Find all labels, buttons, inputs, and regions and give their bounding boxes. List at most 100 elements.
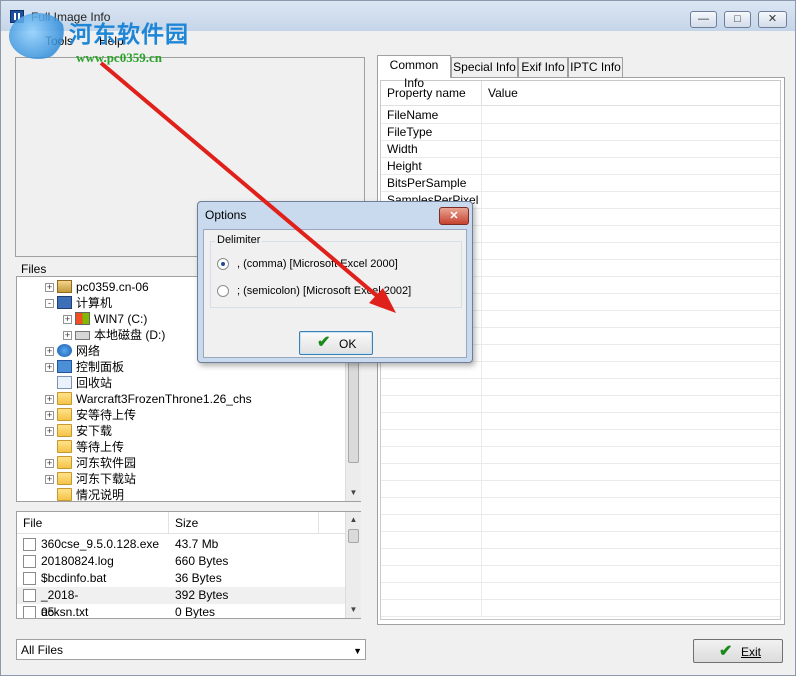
checkmark-icon: ✔: [317, 334, 331, 351]
property-row[interactable]: FileName: [381, 107, 780, 124]
file-row[interactable]: acksn.txt 0 Bytes: [17, 604, 345, 619]
options-dialog: Options ✕ Delimiter , (comma) [Microsoft…: [197, 201, 473, 363]
recycle-bin-icon: [57, 376, 72, 389]
file-list-scrollbar[interactable]: ▲ ▼: [345, 512, 361, 618]
property-row[interactable]: [381, 362, 780, 379]
property-row[interactable]: [381, 515, 780, 532]
property-row[interactable]: [381, 566, 780, 583]
windows-drive-icon: [75, 312, 90, 325]
column-divider: [481, 566, 482, 583]
tab-special-info[interactable]: Special Info: [451, 57, 518, 77]
column-divider: [481, 226, 482, 243]
expand-icon[interactable]: +: [45, 427, 54, 436]
property-row[interactable]: Width: [381, 141, 780, 158]
column-divider: [481, 107, 482, 124]
expand-icon[interactable]: +: [63, 315, 72, 324]
file-size: 0 Bytes: [175, 605, 216, 619]
scroll-up-arrow-icon[interactable]: ▲: [346, 512, 361, 528]
tab-iptc-info[interactable]: IPTC Info: [568, 57, 623, 77]
menu-tools[interactable]: Tools: [45, 34, 73, 48]
property-row[interactable]: FileType: [381, 124, 780, 141]
maximize-button[interactable]: □: [724, 11, 751, 28]
column-divider: [481, 464, 482, 481]
radio-button-icon[interactable]: [217, 258, 229, 270]
folder-icon: [57, 424, 72, 437]
property-row[interactable]: [381, 396, 780, 413]
tree-item-label: 计算机: [76, 296, 113, 310]
tree-item-label: 情况说明: [76, 488, 125, 502]
property-row[interactable]: [381, 464, 780, 481]
expand-icon[interactable]: +: [45, 395, 54, 404]
tree-item-label: Warcraft3FrozenThrone1.26_chs: [76, 392, 252, 406]
tree-item-label: 本地磁盘 (D:): [94, 328, 166, 342]
property-row[interactable]: [381, 481, 780, 498]
folder-icon: [57, 456, 72, 469]
collapse-icon[interactable]: -: [45, 299, 54, 308]
file-list-header: File Size: [17, 512, 345, 534]
column-value[interactable]: Value: [482, 81, 780, 106]
dialog-close-button[interactable]: ✕: [439, 207, 469, 225]
column-divider: [481, 447, 482, 464]
ok-label: OK: [339, 337, 357, 351]
exit-button[interactable]: ✔ Exit: [693, 639, 783, 663]
scroll-thumb[interactable]: [348, 529, 359, 543]
folder-icon: [57, 440, 72, 453]
column-divider: [481, 141, 482, 158]
file-row[interactable]: $bcdinfo.bat 36 Bytes: [17, 570, 345, 587]
scroll-down-arrow-icon[interactable]: ▼: [346, 602, 361, 618]
user-folder-icon: [57, 280, 72, 293]
expand-icon[interactable]: +: [45, 411, 54, 420]
folder-icon: [57, 408, 72, 421]
column-divider: [481, 209, 482, 226]
expand-icon[interactable]: +: [45, 459, 54, 468]
bat-file-icon: [23, 572, 36, 585]
property-row[interactable]: [381, 532, 780, 549]
scroll-down-arrow-icon[interactable]: ▼: [346, 485, 361, 501]
property-row[interactable]: [381, 413, 780, 430]
property-name: FileName: [387, 108, 439, 122]
column-file[interactable]: File: [17, 512, 169, 534]
file-row[interactable]: 20180824.log 660 Bytes: [17, 553, 345, 570]
property-name: Width: [387, 142, 418, 156]
file-name: $bcdinfo.bat: [41, 571, 107, 585]
column-divider: [481, 158, 482, 175]
file-row[interactable]: 360cse_9.5.0.128.exe 43.7 Mb: [17, 536, 345, 553]
expand-icon[interactable]: +: [45, 347, 54, 356]
expand-icon[interactable]: +: [63, 331, 72, 340]
menu-help[interactable]: Help: [99, 34, 124, 48]
property-row[interactable]: [381, 430, 780, 447]
tree-item-label: 回收站: [76, 376, 113, 390]
expand-icon[interactable]: +: [45, 283, 54, 292]
file-row[interactable]: _2018-05-11.log392 Bytes: [17, 587, 345, 618]
column-divider: [481, 379, 482, 396]
expand-icon[interactable]: +: [45, 363, 54, 372]
property-row[interactable]: [381, 583, 780, 600]
tab-common-info[interactable]: Common Info: [377, 55, 451, 90]
network-icon: [57, 344, 72, 357]
radio-button-icon[interactable]: [217, 285, 229, 297]
file-filter-select[interactable]: All Files ▼: [16, 639, 366, 660]
tree-item-label: WIN7 (C:): [94, 312, 148, 326]
expand-icon[interactable]: +: [45, 475, 54, 484]
property-row[interactable]: Height: [381, 158, 780, 175]
property-row[interactable]: [381, 549, 780, 566]
property-row[interactable]: [381, 379, 780, 396]
tree-item-label: 网络: [76, 344, 101, 358]
property-row[interactable]: [381, 447, 780, 464]
property-row[interactable]: [381, 600, 780, 617]
file-list[interactable]: File Size 360cse_9.5.0.128.exe 43.7 Mb 201…: [16, 511, 361, 619]
tab-exif-info[interactable]: Exif Info: [518, 57, 568, 77]
column-property-name[interactable]: Property name: [381, 81, 482, 106]
file-name: 360cse_9.5.0.128.exe: [41, 537, 160, 551]
ok-button[interactable]: ✔ OK: [299, 331, 373, 355]
property-row[interactable]: [381, 498, 780, 515]
column-size[interactable]: Size: [169, 512, 319, 534]
close-button[interactable]: ✕: [758, 11, 787, 28]
file-size: 36 Bytes: [175, 571, 222, 585]
column-divider: [481, 362, 482, 379]
radio-semicolon-label: ; (semicolon) [Microsoft Excel 2002]: [237, 285, 412, 297]
minimize-button[interactable]: —: [690, 11, 717, 28]
exit-label: Exit: [741, 645, 762, 659]
property-row[interactable]: BitsPerSample: [381, 175, 780, 192]
property-name: Height: [387, 159, 422, 173]
